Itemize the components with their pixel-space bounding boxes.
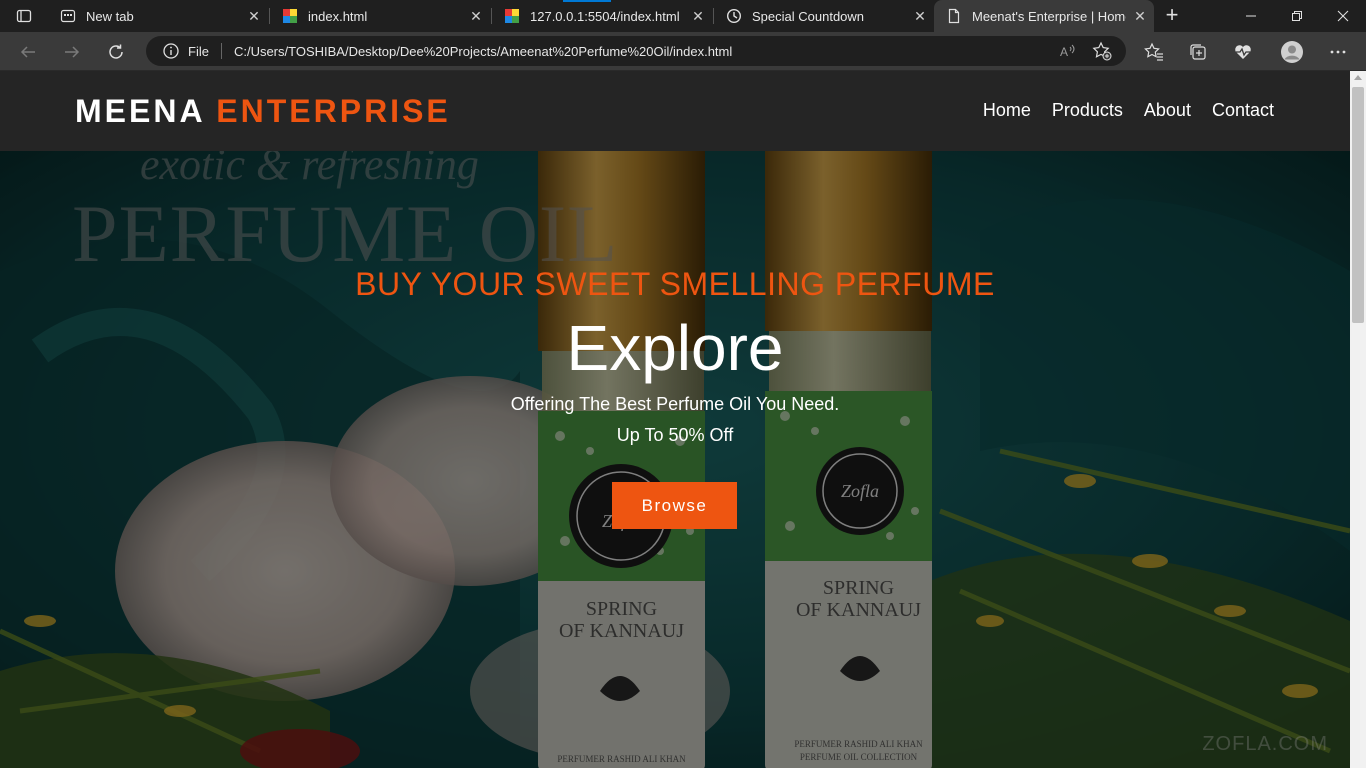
hero-subtitle: Offering The Best Perfume Oil You Need.: [510, 394, 840, 414]
tab-actions-icon: [16, 9, 32, 23]
new-tab-favicon-icon: [60, 9, 76, 23]
close-tab-icon[interactable]: ✕: [240, 8, 268, 25]
browse-button[interactable]: Browse: [612, 482, 737, 529]
collections-icon: [1190, 44, 1206, 60]
favorites-icon: [1144, 42, 1163, 61]
close-tab-icon[interactable]: ✕: [1126, 8, 1154, 25]
logo-primary-text: MEENA: [75, 93, 205, 129]
nav-link-products[interactable]: Products: [1052, 100, 1123, 121]
site-header: MEENA ENTERPRISE Home Products About Con…: [0, 71, 1350, 151]
nav-link-home[interactable]: Home: [983, 100, 1031, 121]
main-nav: Home Products About Contact: [983, 100, 1274, 121]
refresh-icon: [109, 44, 123, 59]
forward-icon: [65, 46, 80, 58]
collections-button[interactable]: [1186, 40, 1210, 64]
scheme-label: File: [188, 43, 209, 59]
tab-title: New tab: [86, 8, 134, 24]
forward-button[interactable]: [56, 36, 88, 68]
browser-essentials-icon: [1235, 45, 1251, 59]
close-window-button[interactable]: [1320, 0, 1366, 32]
hero-section: exotic & refreshing PERFUME OIL Zofla Zo…: [0, 151, 1350, 768]
colored-squares-favicon-icon: [283, 9, 297, 23]
page-scrollbar[interactable]: [1350, 71, 1366, 768]
back-icon: [20, 46, 35, 58]
clock-favicon-icon: [726, 8, 742, 24]
add-favorite-button[interactable]: [1092, 41, 1112, 61]
profile-button[interactable]: [1280, 40, 1304, 64]
restore-icon: [1292, 11, 1302, 21]
tab-title: index.html: [308, 8, 368, 24]
scrollbar-thumb[interactable]: [1352, 87, 1364, 323]
tab-index-html[interactable]: index.html ✕: [270, 0, 490, 32]
tab-special-countdown[interactable]: Special Countdown ✕: [714, 0, 934, 32]
add-favorite-icon: [1092, 41, 1112, 61]
address-bar[interactable]: File C:/Users/TOSHIBA/Desktop/Dee%20Proj…: [146, 36, 1126, 66]
nav-link-contact[interactable]: Contact: [1212, 100, 1274, 121]
document-favicon-icon: [948, 8, 960, 24]
restore-button[interactable]: [1274, 0, 1320, 32]
close-icon: [1337, 10, 1349, 22]
tab-title: 127.0.0.1:5504/index.html: [530, 8, 680, 24]
url-text[interactable]: C:/Users/TOSHIBA/Desktop/Dee%20Projects/…: [234, 44, 1058, 59]
read-aloud-button[interactable]: A: [1058, 41, 1078, 61]
scroll-up-arrow-icon[interactable]: [1354, 75, 1362, 80]
hero-title: Explore: [566, 312, 784, 384]
colored-squares-favicon-icon: [505, 9, 519, 23]
tab-title: Meenat's Enterprise | Home: [972, 8, 1126, 24]
page-viewport: MEENA ENTERPRISE Home Products About Con…: [0, 71, 1350, 768]
tab-localhost[interactable]: 127.0.0.1:5504/index.html ✕: [492, 0, 712, 32]
audio-indicator: [563, 0, 611, 2]
tab-title: Special Countdown: [752, 8, 865, 24]
profile-icon: [1281, 41, 1303, 63]
refresh-button[interactable]: [100, 36, 132, 68]
hero-offer: Up To 50% Off: [616, 425, 734, 445]
close-tab-icon[interactable]: ✕: [462, 8, 490, 25]
tab-meenats-enterprise[interactable]: Meenat's Enterprise | Home ✕: [934, 0, 1154, 32]
plus-icon: +: [1165, 2, 1179, 27]
logo-accent-text: ENTERPRISE: [216, 93, 451, 129]
more-icon: [1330, 50, 1346, 54]
close-tab-icon[interactable]: ✕: [906, 8, 934, 25]
hero-dark-overlay: [0, 151, 1350, 768]
svg-text:A: A: [1060, 45, 1068, 59]
close-tab-icon[interactable]: ✕: [684, 8, 712, 25]
browser-essentials-button[interactable]: [1231, 40, 1255, 64]
read-aloud-icon: A: [1060, 44, 1075, 59]
minimize-icon: [1246, 15, 1256, 17]
address-divider: [220, 43, 222, 59]
info-icon[interactable]: [162, 42, 180, 60]
new-tab-button[interactable]: +: [1158, 4, 1186, 28]
tab-actions-button[interactable]: [0, 0, 48, 32]
minimize-button[interactable]: [1228, 0, 1274, 32]
tab-strip: New tab ✕ index.html ✕ 127.0.0.1:5504/in…: [0, 0, 1366, 32]
site-logo[interactable]: MEENA ENTERPRISE: [75, 93, 451, 130]
tab-new-tab[interactable]: New tab ✕: [48, 0, 268, 32]
favorites-button[interactable]: [1142, 40, 1166, 64]
back-button[interactable]: [12, 36, 44, 68]
hero-tagline: BUY YOUR SWEET SMELLING PERFUME: [355, 266, 995, 302]
more-button[interactable]: [1326, 40, 1350, 64]
browser-toolbar: File C:/Users/TOSHIBA/Desktop/Dee%20Proj…: [0, 32, 1366, 71]
nav-link-about[interactable]: About: [1144, 100, 1191, 121]
